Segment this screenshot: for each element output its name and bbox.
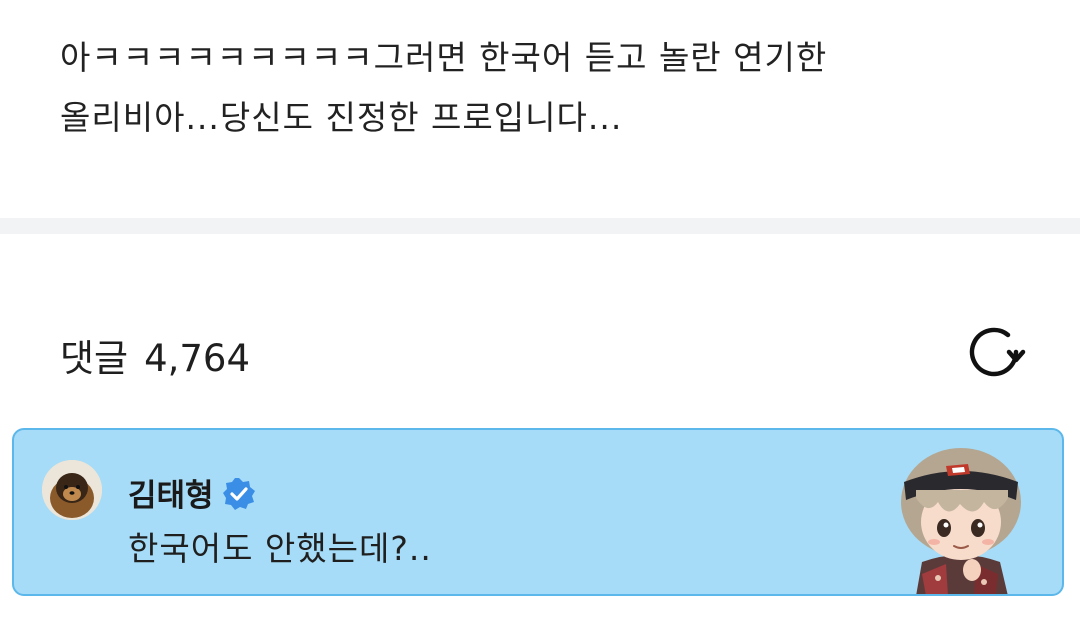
comments-count: 4,764 (144, 337, 251, 380)
verified-badge-icon (222, 478, 255, 510)
post-text-line-2: 올리비아...당신도 진정한 프로입니다... (60, 98, 623, 137)
comment-author-name: 김태형 (128, 478, 214, 514)
post-body: 아ㅋㅋㅋㅋㅋㅋㅋㅋㅋ그러면 한국어 듣고 놀란 연기한 올리비아...당신도 진… (60, 28, 1040, 148)
section-divider (0, 218, 1080, 234)
post-text-line-1: 아ㅋㅋㅋㅋㅋㅋㅋㅋㅋ그러면 한국어 듣고 놀란 연기한 (60, 38, 828, 77)
comment-text: 한국어도 안했는데?.. (128, 529, 432, 568)
comments-title: 댓글 4,764 (60, 328, 250, 382)
comment-author[interactable]: 김태형 (128, 470, 256, 515)
refresh-icon (969, 327, 1026, 377)
avatar[interactable] (42, 460, 102, 520)
character-sticker (901, 448, 1021, 594)
comment-card[interactable]: 김태형 한국어도 안했는데?.. (12, 428, 1064, 596)
comments-header: 댓글 4,764 (60, 322, 1040, 382)
comments-label: 댓글 (60, 337, 129, 380)
refresh-button[interactable] (966, 322, 1026, 382)
